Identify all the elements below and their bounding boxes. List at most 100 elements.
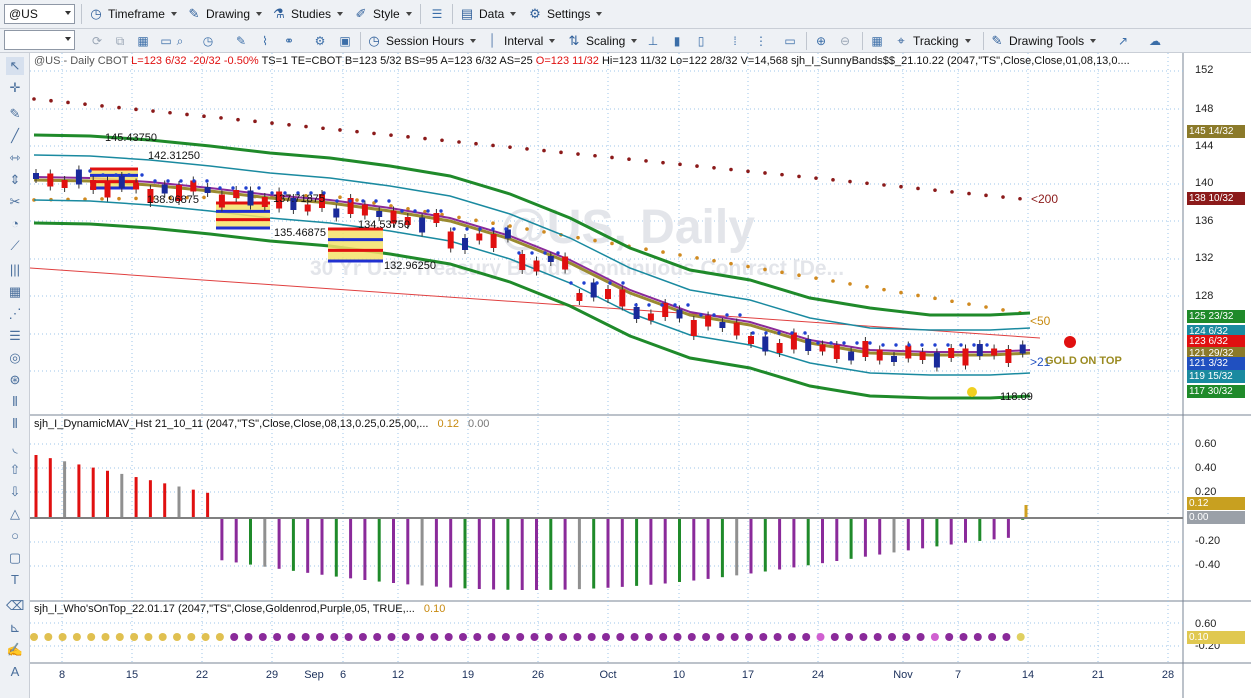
crosshair-icon[interactable]: ✛ (6, 79, 24, 97)
ma200-dot (66, 100, 70, 105)
who-dot (144, 633, 153, 641)
session-hours-button[interactable]: ◷ Session Hours (366, 30, 477, 52)
who-dot (344, 633, 353, 641)
marker-icon[interactable]: ✎ (232, 32, 250, 50)
candle-body (104, 180, 111, 198)
chevron-down-icon[interactable] (65, 37, 71, 41)
candle-body (261, 197, 268, 207)
eraser-icon[interactable]: ⌫ (6, 597, 24, 615)
ruler-icon[interactable]: ⊾ (6, 619, 24, 637)
bar-chart-icon[interactable]: ⊥ (644, 32, 662, 50)
ma21-dot (712, 313, 716, 317)
vertical-line-icon[interactable]: ⇕ (6, 171, 24, 189)
box-icon[interactable]: ▦ (6, 283, 24, 301)
dma-zero-label: 0.00 (1187, 511, 1245, 524)
chevron-down-icon[interactable] (65, 11, 71, 15)
ma200-dot (406, 135, 410, 139)
ma200-dot (372, 131, 376, 136)
who-dot (988, 633, 997, 641)
ma200-dot (831, 178, 835, 182)
drawing-tools-button[interactable]: ✎ Drawing Tools (989, 30, 1097, 52)
window-icon[interactable]: ▭ (781, 32, 799, 50)
regression-icon[interactable]: ⋰ (6, 305, 24, 323)
timeframe-button[interactable]: ◷ Timeframe (88, 3, 177, 25)
trend-icon[interactable]: ↗ (1114, 32, 1132, 50)
speed-icon[interactable]: ◎ (6, 349, 24, 367)
clock-icon[interactable]: ◷ (199, 32, 217, 50)
who-dot (244, 633, 253, 641)
interval-button[interactable]: ⏐ Interval (484, 30, 556, 52)
grid-icon[interactable]: ▦ (868, 32, 886, 50)
who-dot (659, 633, 668, 641)
refresh-icon[interactable]: ⟳ (88, 32, 106, 50)
who-dot (644, 633, 653, 641)
ma50-dot (355, 198, 359, 202)
arc-icon[interactable]: ◟ (6, 439, 24, 457)
volume-icon[interactable]: ⁞ (726, 32, 744, 50)
ma50-dot (746, 264, 750, 269)
chart-area[interactable]: @US, Daily 30 Yr U.S. Treasury Bonds Con… (30, 53, 1251, 698)
candle-body (733, 322, 740, 336)
ma50-dot (814, 276, 818, 280)
horizontal-line-icon[interactable]: ⇿ (6, 149, 24, 167)
zoom-out-icon[interactable]: ⊖ (836, 32, 854, 50)
candlestick-icon[interactable]: ▮ (668, 32, 686, 50)
trendline-icon[interactable]: ╱ (6, 127, 24, 145)
fan-icon[interactable]: ⫴ (6, 393, 24, 411)
grid-icon[interactable]: ▦ (134, 32, 152, 50)
drawing-button[interactable]: ✎ Drawing (186, 3, 263, 25)
arrow-down-icon[interactable]: ⇩ (6, 483, 24, 501)
levels-icon[interactable]: ☰ (6, 327, 24, 345)
text-icon[interactable]: T (6, 571, 24, 589)
secondary-input[interactable] (4, 30, 75, 50)
ma200-dot (746, 169, 750, 174)
fib-icon[interactable]: ✂ (6, 193, 24, 211)
triangle-icon[interactable]: △ (6, 505, 24, 523)
ma21-dot (907, 343, 911, 347)
rectangle-icon[interactable]: ▢ (6, 549, 24, 567)
who-dot (173, 633, 181, 641)
who-dot (730, 633, 739, 641)
x-tick: 22 (195, 669, 209, 681)
arrow-up-icon[interactable]: ⇧ (6, 461, 24, 479)
who-dot (444, 633, 453, 641)
ma50-dot (695, 256, 699, 260)
data-button[interactable]: ▤ Data (459, 3, 517, 25)
x-tick: 12 (391, 669, 405, 681)
who-dot (387, 633, 396, 641)
who-dot (516, 633, 525, 641)
gear-icon[interactable]: ⚙ (311, 32, 329, 50)
cloud-icon[interactable]: ☁ (1146, 32, 1164, 50)
candlestick-hollow-icon[interactable]: ▯ (692, 32, 710, 50)
dots-icon[interactable]: ⋮ (752, 32, 770, 50)
ma50-dot (644, 247, 648, 252)
edit-icon[interactable]: ✍ (6, 641, 24, 659)
bars-icon[interactable]: ⦀ (6, 415, 24, 433)
style-button[interactable]: ✐ Style (353, 3, 412, 25)
circle-icon[interactable]: ○ (6, 527, 24, 545)
line-chart-icon[interactable]: ⌇ (256, 32, 274, 50)
studies-button[interactable]: ⚗ Studies (271, 3, 344, 25)
who-dot (873, 633, 882, 641)
page-icon[interactable]: ▣ (336, 32, 354, 50)
target-icon[interactable]: ⊛ (6, 371, 24, 389)
pen-icon[interactable]: ✎ (6, 105, 24, 123)
zoom-in-icon[interactable]: ⊕ (812, 32, 830, 50)
tracking-button[interactable]: ⌖ Tracking (893, 30, 971, 52)
scaling-button[interactable]: ⇅ Scaling (566, 30, 638, 52)
ray-icon[interactable]: ⟋ (6, 237, 24, 255)
candle-body (1005, 349, 1012, 363)
layout-icon[interactable]: ☰ (428, 5, 446, 23)
pointer-icon[interactable]: ↖ (6, 57, 24, 75)
copy-icon[interactable]: ⧉ (111, 32, 129, 50)
settings-button[interactable]: ⚙ Settings (527, 3, 603, 25)
font-icon[interactable]: A (6, 663, 24, 681)
ma50-dot (491, 221, 495, 226)
symbol-input[interactable]: @US (4, 4, 75, 24)
ma50-dot (542, 230, 546, 234)
link-icon[interactable]: ⚭ (280, 32, 298, 50)
channel-icon[interactable]: ||| (6, 261, 24, 279)
gann-icon[interactable]: ◔ (6, 215, 24, 233)
ma200-dot (661, 160, 665, 165)
zoom-area-icon[interactable]: ⌕ (171, 32, 189, 50)
